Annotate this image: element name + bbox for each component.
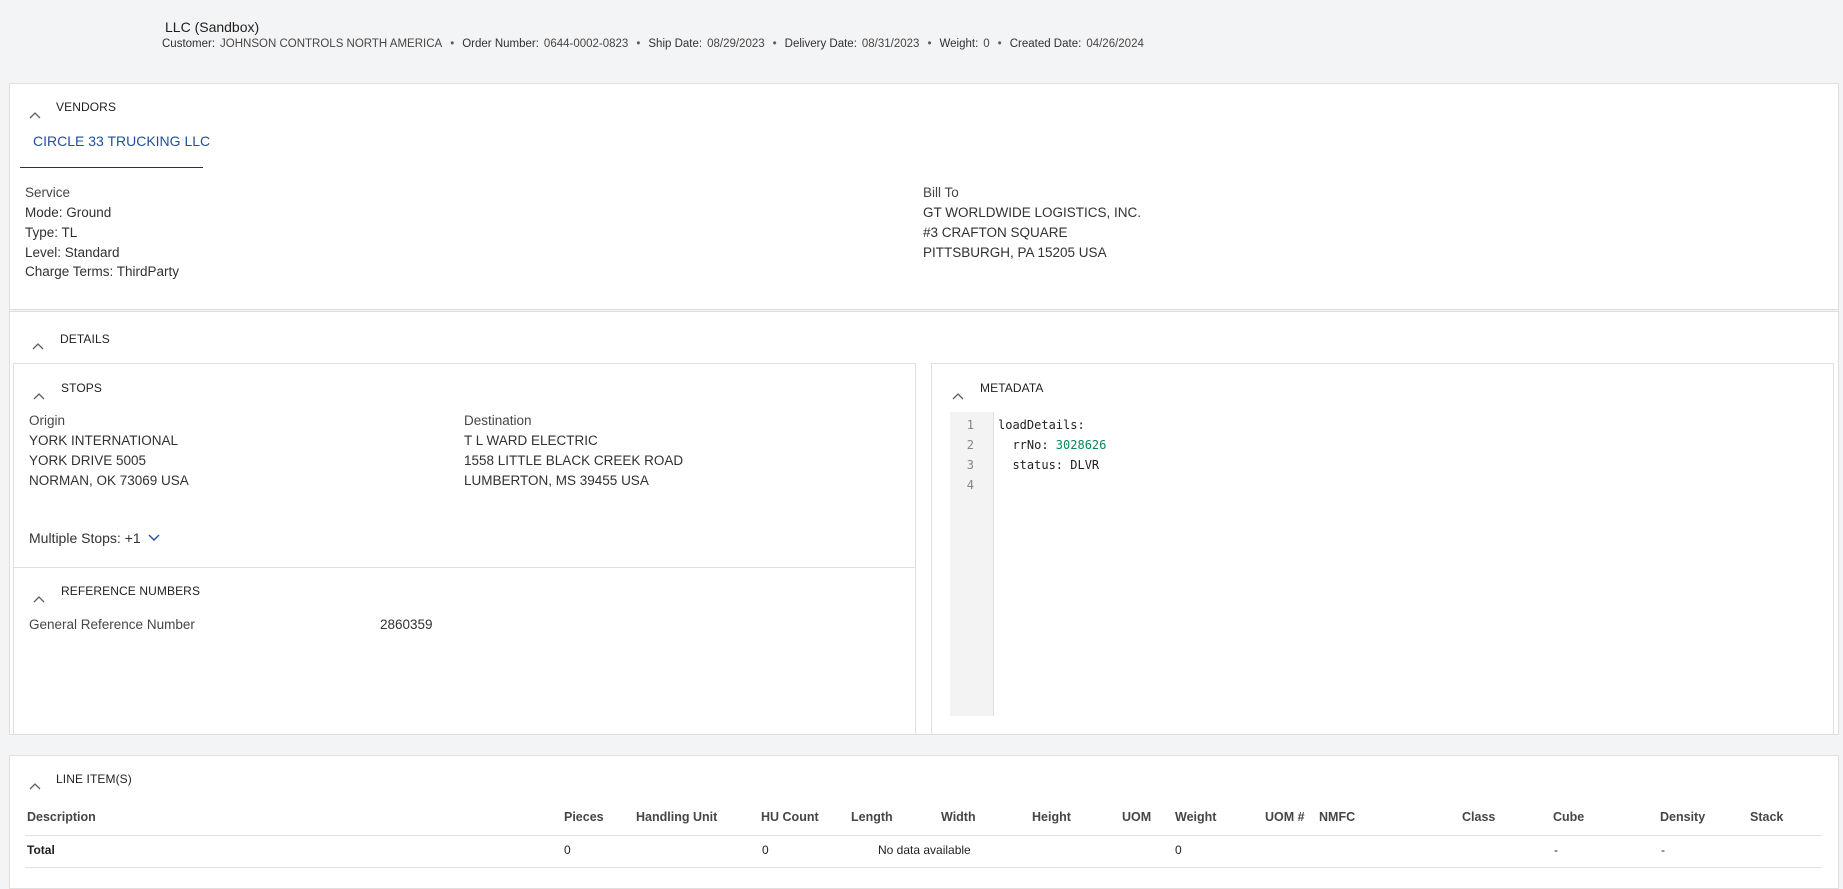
column-header-weight[interactable]: Weight: [1175, 810, 1216, 824]
customer-label: Customer:: [162, 38, 216, 50]
total-cube: -: [1554, 843, 1558, 857]
column-header-handling-unit[interactable]: Handling Unit: [636, 810, 717, 824]
column-header-pieces[interactable]: Pieces: [564, 810, 604, 824]
line-number: 3: [966, 458, 974, 472]
origin-street: YORK DRIVE 5005: [29, 453, 147, 468]
multiple-stops-toggle[interactable]: Multiple Stops: +1: [29, 530, 161, 546]
column-header-hu-count[interactable]: HU Count: [761, 810, 819, 824]
code-line-2[interactable]: rrNo: 3028626: [998, 435, 1106, 455]
delivery-date-label: Delivery Date:: [784, 38, 857, 50]
chevron-up-icon[interactable]: [32, 594, 46, 604]
column-header-length[interactable]: Length: [851, 810, 893, 824]
code-line-1[interactable]: loadDetails:: [998, 415, 1085, 435]
customer-value: JOHNSON CONTROLS NORTH AMERICA: [220, 38, 443, 50]
ship-date-label: Ship Date:: [648, 38, 703, 50]
line-number: 2: [966, 438, 974, 452]
bill-to-name: GT WORLDWIDE LOGISTICS, INC.: [923, 205, 1142, 220]
service-charge-terms: Charge Terms: ThirdParty: [25, 264, 180, 279]
origin-city: NORMAN, OK 73069 USA: [29, 473, 189, 488]
bill-to-city: PITTSBURGH, PA 15205 USA: [923, 245, 1107, 260]
separator: •: [997, 38, 1002, 50]
total-weight: 0: [1175, 843, 1182, 857]
created-date-label: Created Date:: [1009, 38, 1082, 50]
column-header-description[interactable]: Description: [27, 810, 96, 824]
code-key: status: DLVR: [998, 458, 1100, 472]
service-mode: Mode: Ground: [25, 205, 112, 220]
order-number-value: 0644-0002-0823: [543, 38, 629, 50]
chevron-up-icon[interactable]: [951, 391, 965, 401]
code-line-3[interactable]: status: DLVR: [998, 455, 1099, 475]
order-summary: Customer: JOHNSON CONTROLS NORTH AMERICA …: [162, 38, 1144, 50]
separator: •: [450, 38, 455, 50]
chevron-up-icon[interactable]: [31, 341, 45, 351]
weight-label: Weight:: [939, 38, 979, 50]
line-items-title: LINE ITEM(S): [56, 772, 132, 786]
total-pieces: 0: [564, 843, 571, 857]
delivery-date-value: 08/31/2023: [861, 38, 920, 50]
page-title: LLC (Sandbox): [165, 19, 260, 35]
code-key: loadDetails:: [998, 418, 1085, 432]
line-number: 1: [966, 418, 974, 432]
multiple-stops-label: Multiple Stops: +1: [29, 530, 141, 546]
code-key: rrNo:: [998, 438, 1056, 452]
column-header-uom[interactable]: UOM: [1122, 810, 1151, 824]
service-heading: Service: [25, 185, 71, 200]
destination-name: T L WARD ELECTRIC: [464, 433, 598, 448]
order-number-label: Order Number:: [462, 38, 539, 50]
total-density: -: [1661, 843, 1665, 857]
bill-to-street: #3 CRAFTON SQUARE: [923, 225, 1068, 240]
chevron-up-icon[interactable]: [28, 781, 42, 791]
column-header-stack[interactable]: Stack: [1750, 810, 1783, 824]
vendor-tab-circle-33[interactable]: CIRCLE 33 TRUCKING LLC: [33, 133, 210, 149]
separator: •: [772, 38, 777, 50]
column-header-density[interactable]: Density: [1660, 810, 1705, 824]
vendor-tab-indicator: [20, 167, 203, 168]
column-header-width[interactable]: Width: [941, 810, 976, 824]
origin-heading: Origin: [29, 413, 66, 428]
code-value: 3028626: [1055, 438, 1107, 452]
bill-to-heading: Bill To: [923, 185, 959, 200]
column-header-height[interactable]: Height: [1032, 810, 1071, 824]
vendors-section-title: VENDORS: [56, 100, 117, 114]
ship-date-value: 08/29/2023: [707, 38, 765, 50]
separator: •: [927, 38, 932, 50]
no-data-message: No data available: [878, 843, 971, 857]
column-header-uom-number[interactable]: UOM #: [1265, 810, 1305, 824]
general-reference-value: 2860359: [380, 617, 433, 632]
reference-numbers-title: REFERENCE NUMBERS: [61, 584, 201, 598]
service-type: Type: TL: [25, 225, 78, 240]
details-section-title: DETAILS: [60, 332, 110, 346]
destination-street: 1558 LITTLE BLACK CREEK ROAD: [464, 453, 684, 468]
chevron-up-icon[interactable]: [32, 391, 46, 401]
metadata-section-title: METADATA: [980, 381, 1044, 395]
separator: •: [636, 38, 641, 50]
stops-section-title: STOPS: [61, 381, 102, 395]
service-level: Level: Standard: [25, 245, 120, 260]
destination-city: LUMBERTON, MS 39455 USA: [464, 473, 649, 488]
origin-name: YORK INTERNATIONAL: [29, 433, 179, 448]
line-number: 4: [966, 478, 974, 492]
column-header-nmfc[interactable]: NMFC: [1319, 810, 1355, 824]
weight-value: 0: [983, 38, 990, 50]
created-date-value: 04/26/2024: [1086, 38, 1144, 50]
table-header-divider: [25, 835, 1822, 836]
chevron-down-icon: [147, 530, 161, 546]
column-header-cube[interactable]: Cube: [1553, 810, 1584, 824]
total-hu-count: 0: [762, 843, 769, 857]
general-reference-label: General Reference Number: [29, 617, 195, 632]
chevron-up-icon[interactable]: [28, 110, 42, 120]
total-label: Total: [27, 843, 55, 857]
table-bottom-divider: [25, 867, 1822, 868]
destination-heading: Destination: [464, 413, 532, 428]
column-header-class[interactable]: Class: [1462, 810, 1495, 824]
